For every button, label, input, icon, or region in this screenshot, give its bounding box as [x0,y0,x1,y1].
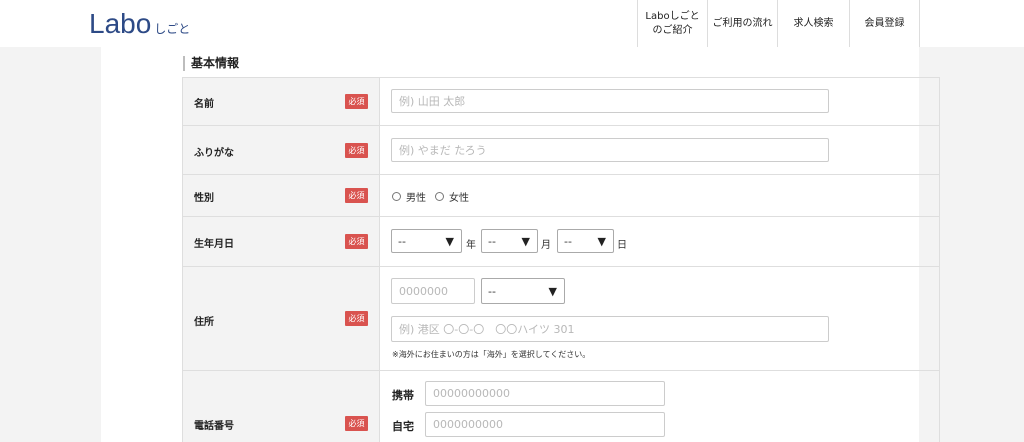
label-cell: 生年月日 必須 [183,217,380,266]
birth-day-value: -- [564,234,572,248]
label-cell: 住所 必須 [183,267,380,370]
label-cell: 電話番号 必須 [183,371,380,442]
label-cell: 性別 必須 [183,175,380,216]
birth-day-select[interactable]: -- ▼ [557,229,614,253]
birth-year-value: -- [398,234,406,248]
main-content: 基本情報 名前 必須 例) 山田 太郎 ふりがな 必須 例) やまだ たろう 性… [101,47,940,442]
form-row-furigana: ふりがな 必須 例) やまだ たろう [182,126,940,175]
home-phone-input[interactable]: 0000000000 [425,412,665,437]
dropdown-arrow-icon: ▼ [597,235,606,248]
dropdown-arrow-icon: ▼ [521,235,530,248]
required-badge: 必須 [345,143,368,158]
required-badge: 必須 [345,94,368,109]
birth-year-unit: 年 [466,240,476,251]
form-row-birthday: 生年月日 必須 -- ▼ 年 -- ▼ 月 -- ▼ 日 [182,217,940,267]
gender-radio-male[interactable]: 男性 [392,189,426,204]
field-label-address: 住所 [194,317,214,328]
birth-month-unit: 月 [541,240,551,251]
birth-month-select[interactable]: -- ▼ [481,229,538,253]
label-cell: ふりがな 必須 [183,126,380,174]
field-label-birthday: 生年月日 [194,239,234,250]
gender-option-female-label: 女性 [449,193,469,204]
furigana-input[interactable]: 例) やまだ たろう [391,138,829,162]
gender-option-male-label: 男性 [406,193,426,204]
mobile-phone-placeholder: 00000000000 [433,387,510,400]
field-label-name: 名前 [194,99,214,110]
nav-item-flow[interactable]: ご利用の流れ [707,0,777,47]
nav-item-flow-label: ご利用の流れ [712,17,773,29]
required-badge: 必須 [345,234,368,249]
overseas-note: ※海外にお住まいの方は「海外」を選択してください。 [392,350,591,359]
birth-month-value: -- [488,234,496,248]
nav-item-about-line1: Laboしごと [645,10,700,22]
gender-radio-female[interactable]: 女性 [435,189,469,204]
global-nav: Laboしごと のご紹介 ご利用の流れ 求人検索 会員登録 [637,0,920,47]
birth-day-unit: 日 [617,240,627,251]
required-badge: 必須 [345,416,368,431]
zip-code-input[interactable]: 0000000 [391,278,475,304]
section-title: 基本情報 [183,56,239,71]
basic-info-form: 名前 必須 例) 山田 太郎 ふりがな 必須 例) やまだ たろう 性別 必須 [182,77,940,442]
label-cell: 名前 必須 [183,78,380,125]
home-phone-placeholder: 0000000000 [433,418,503,431]
mobile-phone-label: 携帯 [392,389,414,402]
nav-item-job-search[interactable]: 求人検索 [777,0,849,47]
form-row-phone: 電話番号 必須 携帯 00000000000 自宅 0000000000 [182,371,940,442]
nav-item-job-search-label: 求人検索 [793,17,834,29]
form-row-name: 名前 必須 例) 山田 太郎 [182,78,940,126]
nav-item-about-line2: のご紹介 [652,24,693,36]
prefecture-value: -- [488,284,496,298]
radio-circle-icon [392,192,401,201]
dropdown-arrow-icon: ▼ [548,285,557,298]
dropdown-arrow-icon: ▼ [445,235,454,248]
street-address-input[interactable]: 例) 港区 〇-〇-〇 〇〇ハイツ 301 [391,316,829,342]
birth-year-select[interactable]: -- ▼ [391,229,462,253]
prefecture-select[interactable]: -- ▼ [481,278,565,304]
furigana-input-placeholder: 例) やまだ たろう [399,144,487,157]
name-input-placeholder: 例) 山田 太郎 [399,95,466,108]
field-label-phone: 電話番号 [194,421,234,432]
radio-circle-icon [435,192,444,201]
required-badge: 必須 [345,311,368,326]
street-address-placeholder: 例) 港区 〇-〇-〇 〇〇ハイツ 301 [399,323,575,336]
mobile-phone-input[interactable]: 00000000000 [425,381,665,406]
home-phone-label: 自宅 [392,420,414,433]
field-label-furigana: ふりがな [194,148,234,159]
form-row-gender: 性別 必須 男性 女性 [182,175,940,217]
required-badge: 必須 [345,188,368,203]
zip-code-placeholder: 0000000 [399,284,448,298]
nav-item-register[interactable]: 会員登録 [849,0,920,47]
nav-item-about[interactable]: Laboしごと のご紹介 [637,0,707,47]
field-label-gender: 性別 [194,193,214,204]
nav-item-register-label: 会員登録 [864,17,905,29]
form-row-address: 住所 必須 0000000 -- ▼ 例) 港区 〇-〇-〇 〇〇ハイツ 301… [182,267,940,371]
site-logo[interactable]: Labo しごと [89,6,190,38]
logo-sub-text: しごと [154,22,191,36]
name-input[interactable]: 例) 山田 太郎 [391,89,829,113]
site-header: Labo しごと Laboしごと のご紹介 ご利用の流れ 求人検索 会員登録 [0,0,1024,47]
logo-main-text: Labo [89,8,152,39]
